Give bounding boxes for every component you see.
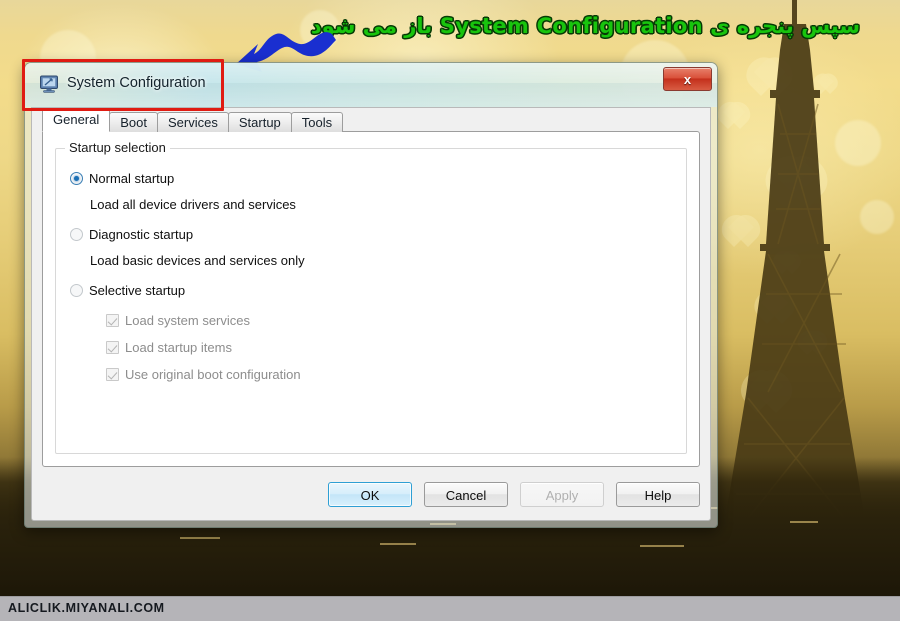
radio-indicator-diagnostic-startup <box>70 228 83 241</box>
radio-label-diagnostic-startup: Diagnostic startup <box>89 227 194 242</box>
persian-annotation-caption: سپس پنجره ی System Configuration باز می … <box>310 14 860 38</box>
startup-selection-legend: Startup selection <box>65 140 170 155</box>
apply-button: Apply <box>520 482 604 507</box>
tab-page-general: Startup selection Normal startup Load al… <box>42 131 700 467</box>
startup-selection-group: Startup selection Normal startup Load al… <box>55 140 687 454</box>
description-normal-startup: Load all device drivers and services <box>90 197 296 212</box>
description-diagnostic-startup: Load basic devices and services only <box>90 253 305 268</box>
help-button[interactable]: Help <box>616 482 700 507</box>
computer-monitor-icon <box>40 75 58 93</box>
watermark-bar: ALICLIK.MIYANALI.COM <box>0 596 900 621</box>
tab-services[interactable]: Services <box>157 112 229 132</box>
checkbox-indicator-load-startup-items <box>106 341 119 354</box>
ok-button[interactable]: OK <box>328 482 412 507</box>
window-title: System Configuration <box>67 75 206 91</box>
tab-strip: General Boot Services Startup Tools <box>42 108 344 132</box>
tab-boot[interactable]: Boot <box>109 112 158 132</box>
radio-indicator-selective-startup <box>70 284 83 297</box>
checkbox-label-load-system-services: Load system services <box>125 313 250 328</box>
watermark-text: ALICLIK.MIYANALI.COM <box>8 601 165 615</box>
checkbox-label-use-original-boot-configuration: Use original boot configuration <box>125 367 301 382</box>
checkbox-indicator-use-original-boot-configuration <box>106 368 119 381</box>
radio-label-selective-startup: Selective startup <box>89 283 186 298</box>
tab-tools[interactable]: Tools <box>290 112 344 132</box>
tab-general[interactable]: General <box>42 108 111 132</box>
close-icon[interactable]: x <box>663 67 712 91</box>
window-title-bar[interactable]: System Configuration x <box>25 63 717 107</box>
dialog-button-bar: OK Cancel Apply Help <box>32 482 700 508</box>
window-client-area: General Boot Services Startup Tools Star… <box>31 107 711 521</box>
radio-indicator-normal-startup <box>70 172 83 185</box>
radio-label-normal-startup: Normal startup <box>89 171 175 186</box>
checkbox-indicator-load-system-services <box>106 314 119 327</box>
system-configuration-window: System Configuration x General Boot Serv… <box>24 62 718 528</box>
cancel-button[interactable]: Cancel <box>424 482 508 507</box>
checkbox-label-load-startup-items: Load startup items <box>125 340 232 355</box>
tab-startup[interactable]: Startup <box>227 112 292 132</box>
